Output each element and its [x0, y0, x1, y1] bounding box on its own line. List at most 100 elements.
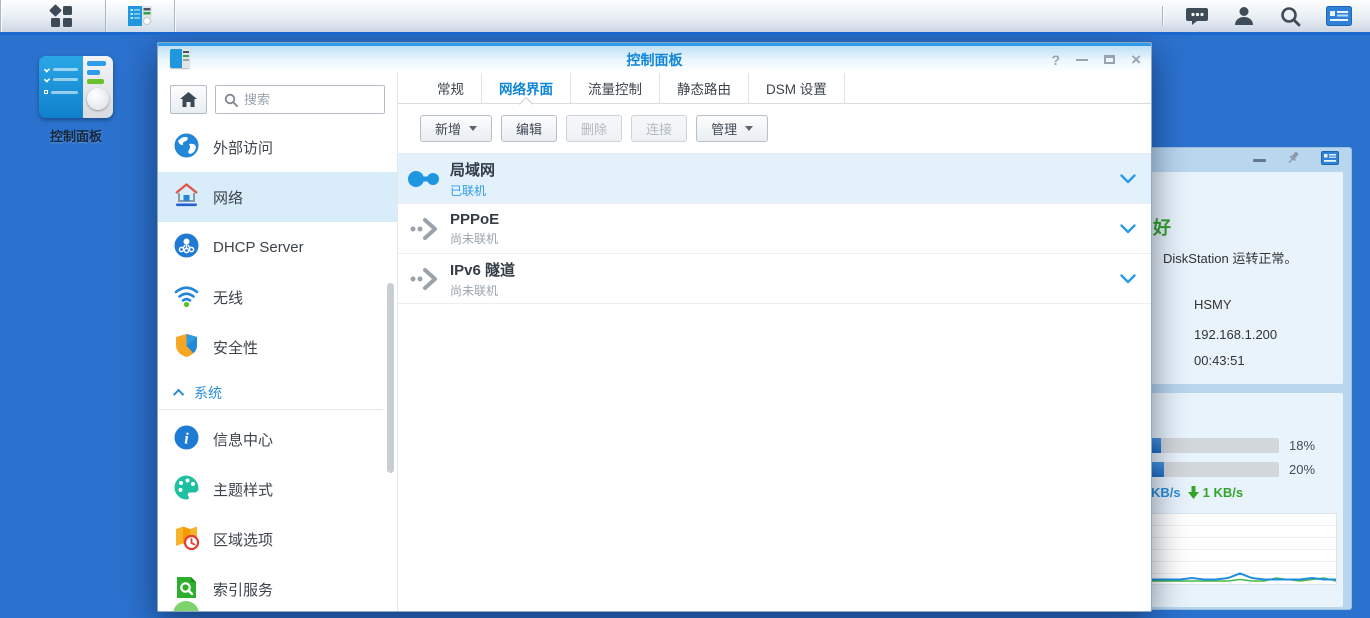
sidebar-section-system[interactable]: 系统 — [158, 376, 383, 410]
taskbar-separator — [174, 0, 175, 32]
window-app-icon — [170, 49, 190, 68]
health-message: DiskStation 运转正常。 — [1163, 248, 1297, 267]
sidebar-item-regional-options[interactable]: 区域选项 — [158, 514, 397, 564]
widget-pin-icon[interactable] — [1286, 150, 1301, 170]
interface-row-ipv6-tunnel[interactable]: IPv6 隧道 尚未联机 — [398, 254, 1151, 304]
lan-connection-icon — [398, 167, 450, 191]
cpu-usage-bar — [1135, 438, 1279, 453]
control-panel-shortcut-icon — [39, 56, 113, 118]
sidebar-item-label: 主题样式 — [213, 479, 273, 500]
uptime-value: 00:43:51 — [1194, 353, 1245, 368]
wifi-icon — [173, 282, 200, 313]
tabs-bar: 常规 网络界面 流量控制 静态路由 DSM 设置 — [398, 73, 1151, 104]
chevron-down-icon[interactable] — [1105, 224, 1151, 234]
shortcut-label: 控制面板 — [28, 126, 124, 145]
close-button[interactable]: × — [1131, 51, 1141, 68]
info-icon: i — [173, 424, 200, 455]
user-account-icon[interactable] — [1233, 5, 1255, 27]
notifications-icon[interactable] — [1185, 5, 1209, 27]
main-menu-button[interactable] — [17, 0, 105, 32]
sidebar-item-security[interactable]: 安全性 — [158, 322, 397, 372]
window-title: 控制面板 — [158, 50, 1151, 70]
search-icon[interactable] — [1279, 5, 1302, 28]
interface-name: IPv6 隧道 — [450, 259, 1105, 280]
sidebar-item-theme[interactable]: 主题样式 — [158, 464, 397, 514]
sidebar: 外部访问 网络 DHCP Server 无线 — [158, 73, 398, 611]
ram-usage-row: 20% — [1135, 462, 1315, 477]
edit-button[interactable]: 编辑 — [501, 115, 557, 142]
control-panel-window: 控制面板 ? × 外部访问 — [157, 42, 1152, 612]
health-status-text: 好 — [1153, 214, 1171, 240]
control-panel-icon — [127, 4, 153, 28]
sidebar-scrollbar[interactable] — [387, 283, 394, 473]
search-input[interactable] — [244, 92, 376, 107]
tab-dsm-settings[interactable]: DSM 设置 — [748, 73, 845, 103]
download-arrow-icon — [1188, 486, 1199, 499]
index-service-icon — [173, 574, 200, 605]
pilot-view-icon[interactable] — [1326, 6, 1352, 26]
widget-minimize-icon[interactable] — [1253, 159, 1266, 162]
maximize-button[interactable] — [1104, 55, 1115, 64]
dhcp-server-icon — [173, 232, 200, 263]
widget-panel-icon[interactable] — [1321, 151, 1339, 170]
add-button[interactable]: 新增 — [420, 115, 492, 142]
sidebar-item-info-center[interactable]: i 信息中心 — [158, 414, 397, 464]
interface-row-pppoe[interactable]: PPPoE 尚未联机 — [398, 204, 1151, 254]
minimize-button[interactable] — [1076, 59, 1088, 61]
delete-button[interactable]: 删除 — [566, 115, 622, 142]
connect-button[interactable]: 连接 — [631, 115, 687, 142]
download-speed-label: 1 KB/s — [1203, 485, 1243, 500]
main-menu-icon — [48, 3, 75, 29]
chevron-up-icon — [173, 388, 184, 399]
desktop-shortcut-control-panel[interactable]: 控制面板 — [28, 56, 124, 145]
sidebar-item-label: 外部访问 — [213, 137, 273, 158]
chevron-down-icon[interactable] — [1105, 174, 1151, 184]
toolbar: 新增 编辑 删除 连接 管理 — [398, 104, 1151, 153]
pppoe-dialup-icon — [398, 216, 450, 242]
network-home-icon — [173, 182, 200, 213]
sidebar-item-wireless[interactable]: 无线 — [158, 272, 397, 322]
chevron-down-icon[interactable] — [1105, 274, 1151, 284]
ram-usage-bar — [1135, 462, 1279, 477]
sidebar-item-label: 信息中心 — [213, 429, 273, 450]
tab-traffic-control[interactable]: 流量控制 — [570, 73, 659, 103]
interface-status: 尚未联机 — [450, 230, 1105, 247]
shield-icon — [173, 332, 200, 363]
interface-status: 尚未联机 — [450, 282, 1105, 299]
caret-down-icon — [745, 126, 753, 131]
interface-row-lan[interactable]: 局域网 已联机 — [398, 154, 1151, 204]
regional-map-clock-icon — [173, 524, 200, 555]
interface-status: 已联机 — [450, 182, 1105, 199]
taskbar — [0, 0, 1370, 35]
sidebar-item-dhcp-server[interactable]: DHCP Server — [158, 222, 397, 272]
tab-network-interface[interactable]: 网络界面 — [481, 73, 570, 103]
theme-palette-icon — [173, 474, 200, 505]
sidebar-item-label: 索引服务 — [213, 579, 273, 600]
ipv6-tunnel-icon — [398, 266, 450, 292]
help-button[interactable]: ? — [1052, 53, 1061, 67]
main-content: 常规 网络界面 流量控制 静态路由 DSM 设置 新增 编辑 删除 连接 管理 — [398, 73, 1151, 611]
upload-speed-label: KB/s — [1151, 485, 1181, 500]
manage-button[interactable]: 管理 — [696, 115, 768, 142]
interface-name: PPPoE — [450, 211, 1105, 228]
server-name-value: HSMY — [1194, 297, 1232, 312]
control-panel-task-button[interactable] — [106, 0, 174, 32]
home-button[interactable] — [170, 85, 207, 114]
search-input-icon — [224, 93, 238, 107]
sidebar-item-label: 无线 — [213, 287, 243, 308]
ram-usage-percent: 20% — [1289, 462, 1315, 477]
caret-down-icon — [469, 126, 477, 131]
sidebar-item-label: DHCP Server — [213, 239, 304, 256]
window-titlebar[interactable]: 控制面板 ? × — [158, 43, 1151, 73]
home-icon — [180, 92, 197, 107]
sidebar-item-label: 网络 — [213, 187, 243, 208]
tab-general[interactable]: 常规 — [420, 73, 481, 103]
search-box[interactable] — [215, 85, 385, 114]
tab-static-route[interactable]: 静态路由 — [659, 73, 748, 103]
sidebar-item-external-access[interactable]: 外部访问 — [158, 122, 397, 172]
network-speed-row: KB/s 1 KB/s — [1151, 485, 1243, 500]
taskbar-separator — [0, 0, 1, 32]
sidebar-item-label: 区域选项 — [213, 529, 273, 550]
sidebar-item-network[interactable]: 网络 — [158, 172, 397, 222]
interface-name: 局域网 — [450, 159, 1105, 180]
